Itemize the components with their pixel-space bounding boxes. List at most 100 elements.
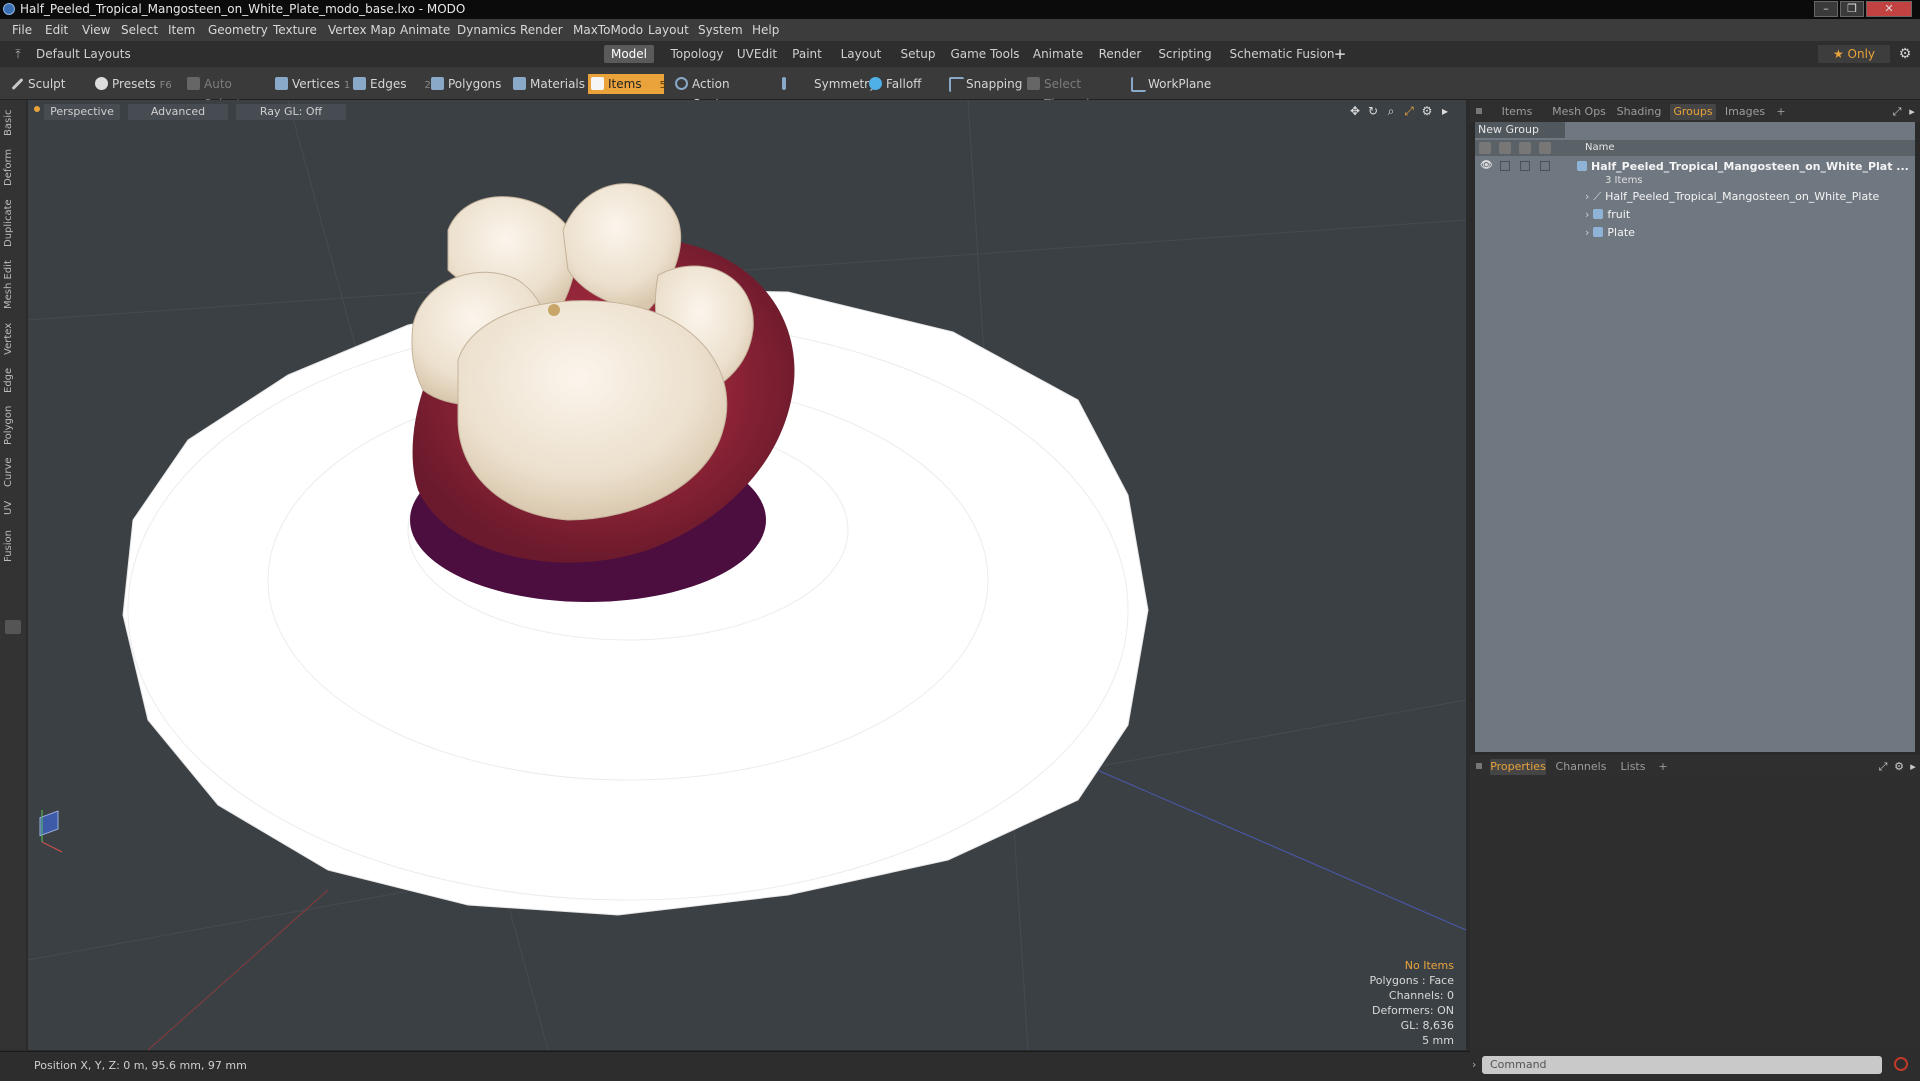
- vtab-deform[interactable]: Deform: [3, 146, 21, 188]
- render-column-icon[interactable]: [1499, 142, 1511, 154]
- panel-arrow-icon[interactable]: ▸: [1908, 759, 1918, 775]
- tab-paint[interactable]: Paint: [786, 45, 828, 63]
- view-mode-dropdown[interactable]: Perspective: [44, 104, 120, 120]
- tab-animate[interactable]: Animate: [1030, 45, 1086, 63]
- gear-icon[interactable]: ⚙: [1896, 45, 1914, 63]
- panel-arrow-icon[interactable]: ▸: [1906, 104, 1918, 120]
- vtab-basic[interactable]: Basic: [3, 106, 21, 140]
- tab-images[interactable]: Images: [1722, 104, 1768, 120]
- menu-animate[interactable]: Animate: [400, 23, 450, 37]
- expand-panel-icon[interactable]: ⤢: [1876, 759, 1890, 775]
- tab-properties[interactable]: Properties: [1490, 759, 1546, 775]
- list-item[interactable]: › fruit: [1475, 206, 1915, 224]
- select-column-icon[interactable]: [1539, 142, 1551, 154]
- tab-shading[interactable]: Shading: [1614, 104, 1664, 120]
- command-history-icon[interactable]: [1894, 1057, 1908, 1071]
- workplane-button[interactable]: WorkPlane: [1128, 74, 1224, 94]
- shading-dropdown[interactable]: Advanced: [128, 104, 228, 120]
- snapping-button[interactable]: Snapping: [946, 74, 1034, 94]
- default-layouts-dropdown[interactable]: Default Layouts ▾: [36, 45, 136, 79]
- panel-menu-icon[interactable]: [1476, 108, 1482, 114]
- minimize-button[interactable]: –: [1814, 1, 1838, 17]
- add-panel-tab-button[interactable]: +: [1656, 759, 1670, 775]
- only-toggle[interactable]: ★ Only: [1818, 45, 1890, 63]
- tab-game-tools[interactable]: Game Tools: [950, 45, 1020, 63]
- pan-icon[interactable]: ✥: [1348, 104, 1362, 118]
- close-button[interactable]: ✕: [1866, 1, 1912, 17]
- polygons-button[interactable]: Polygons: [428, 74, 504, 94]
- menu-render[interactable]: Render: [520, 23, 563, 37]
- vtab-vertex[interactable]: Vertex: [3, 320, 21, 358]
- menu-dynamics[interactable]: Dynamics: [457, 23, 516, 37]
- edges-button[interactable]: Edges 2: [350, 74, 431, 94]
- rotate-icon[interactable]: ↻: [1366, 104, 1380, 118]
- symmetry-button[interactable]: Symmetry: [774, 74, 876, 94]
- fit-view-icon[interactable]: ⤢: [1402, 104, 1416, 118]
- viewport-expand-arrow-icon[interactable]: ▸: [1438, 104, 1452, 118]
- expand-arrow-icon[interactable]: ›: [1585, 208, 1589, 221]
- menu-vertex-map[interactable]: Vertex Map: [328, 23, 396, 37]
- viewport-options-dot[interactable]: [34, 106, 40, 112]
- tab-uvedit[interactable]: UVEdit: [732, 45, 782, 63]
- gear-icon[interactable]: ⚙: [1892, 759, 1906, 775]
- tab-setup[interactable]: Setup: [894, 45, 942, 63]
- vertices-button[interactable]: Vertices 1: [272, 74, 350, 94]
- maximize-button[interactable]: ❐: [1840, 1, 1864, 17]
- menu-geometry[interactable]: Geometry: [208, 23, 268, 37]
- menu-maxtomodo[interactable]: MaxToModo: [573, 23, 643, 37]
- vtab-polygon[interactable]: Polygon: [3, 402, 21, 448]
- select-toggle[interactable]: [1540, 161, 1550, 171]
- expand-panel-icon[interactable]: ⤢: [1890, 104, 1904, 120]
- menu-item[interactable]: Item: [168, 23, 195, 37]
- menu-texture[interactable]: Texture: [273, 23, 317, 37]
- vtab-uv[interactable]: UV: [3, 496, 21, 520]
- panel-menu-icon[interactable]: [1476, 763, 1482, 769]
- vtab-edge[interactable]: Edge: [3, 364, 21, 396]
- layout-menu-icon[interactable]: ⤒: [8, 45, 28, 63]
- menu-select[interactable]: Select: [121, 23, 158, 37]
- lock-column-icon[interactable]: [1519, 142, 1531, 154]
- vtab-mesh-edit[interactable]: Mesh Edit: [3, 258, 21, 312]
- tab-layout[interactable]: Layout: [836, 45, 886, 63]
- vtab-duplicate[interactable]: Duplicate: [3, 196, 21, 250]
- list-item[interactable]: › Plate: [1475, 224, 1915, 242]
- tab-schematic-fusion[interactable]: Schematic Fusion: [1224, 45, 1340, 63]
- add-tab-button[interactable]: +: [1332, 45, 1348, 63]
- auto-select-button[interactable]: Auto Select: [184, 74, 264, 111]
- list-item[interactable]: › ⟋ Half_Peeled_Tropical_Mangosteen_on_Whi…: [1475, 188, 1915, 206]
- menu-file[interactable]: File: [12, 23, 32, 37]
- render-toggle[interactable]: [1500, 161, 1510, 171]
- items-button[interactable]: Items 5: [588, 74, 666, 94]
- action-center-button[interactable]: Action Center: [672, 74, 772, 111]
- expand-tabs-button[interactable]: [5, 620, 21, 634]
- zoom-icon[interactable]: ⌕: [1384, 104, 1398, 118]
- tab-mesh-ops[interactable]: Mesh Ops: [1550, 104, 1608, 120]
- tab-scripting[interactable]: Scripting: [1155, 45, 1215, 63]
- menu-layout[interactable]: Layout: [648, 23, 689, 37]
- raygl-toggle[interactable]: Ray GL: Off: [236, 104, 346, 120]
- visibility-column-icon[interactable]: [1479, 142, 1491, 154]
- tab-groups[interactable]: Groups: [1670, 104, 1716, 120]
- menu-help[interactable]: Help: [752, 23, 779, 37]
- eye-icon[interactable]: 👁: [1480, 161, 1493, 171]
- menu-edit[interactable]: Edit: [45, 23, 68, 37]
- name-column-header[interactable]: Name: [1585, 142, 1615, 153]
- menu-system[interactable]: System: [698, 23, 743, 37]
- viewport-settings-icon[interactable]: ⚙: [1420, 104, 1434, 118]
- vtab-fusion[interactable]: Fusion: [3, 528, 21, 564]
- expand-arrow-icon[interactable]: ›: [1585, 190, 1589, 203]
- vtab-curve[interactable]: Curve: [3, 454, 21, 490]
- presets-button[interactable]: Presets F6: [92, 74, 172, 94]
- tab-lists[interactable]: Lists: [1616, 759, 1650, 775]
- 3d-viewport[interactable]: Perspective Advanced Ray GL: Off ✥ ↻ ⌕ ⤢…: [28, 100, 1466, 1050]
- tab-render[interactable]: Render: [1094, 45, 1146, 63]
- sculpt-button[interactable]: Sculpt: [8, 74, 88, 94]
- expand-arrow-icon[interactable]: ›: [1585, 226, 1589, 239]
- lock-toggle[interactable]: [1520, 161, 1530, 171]
- menu-view[interactable]: View: [82, 23, 110, 37]
- tab-items[interactable]: Items: [1494, 104, 1540, 120]
- command-input[interactable]: Command: [1482, 1056, 1882, 1074]
- select-through-button[interactable]: Select Through: [1024, 74, 1128, 111]
- materials-button[interactable]: Materials: [510, 74, 590, 94]
- tab-model[interactable]: Model: [604, 45, 654, 63]
